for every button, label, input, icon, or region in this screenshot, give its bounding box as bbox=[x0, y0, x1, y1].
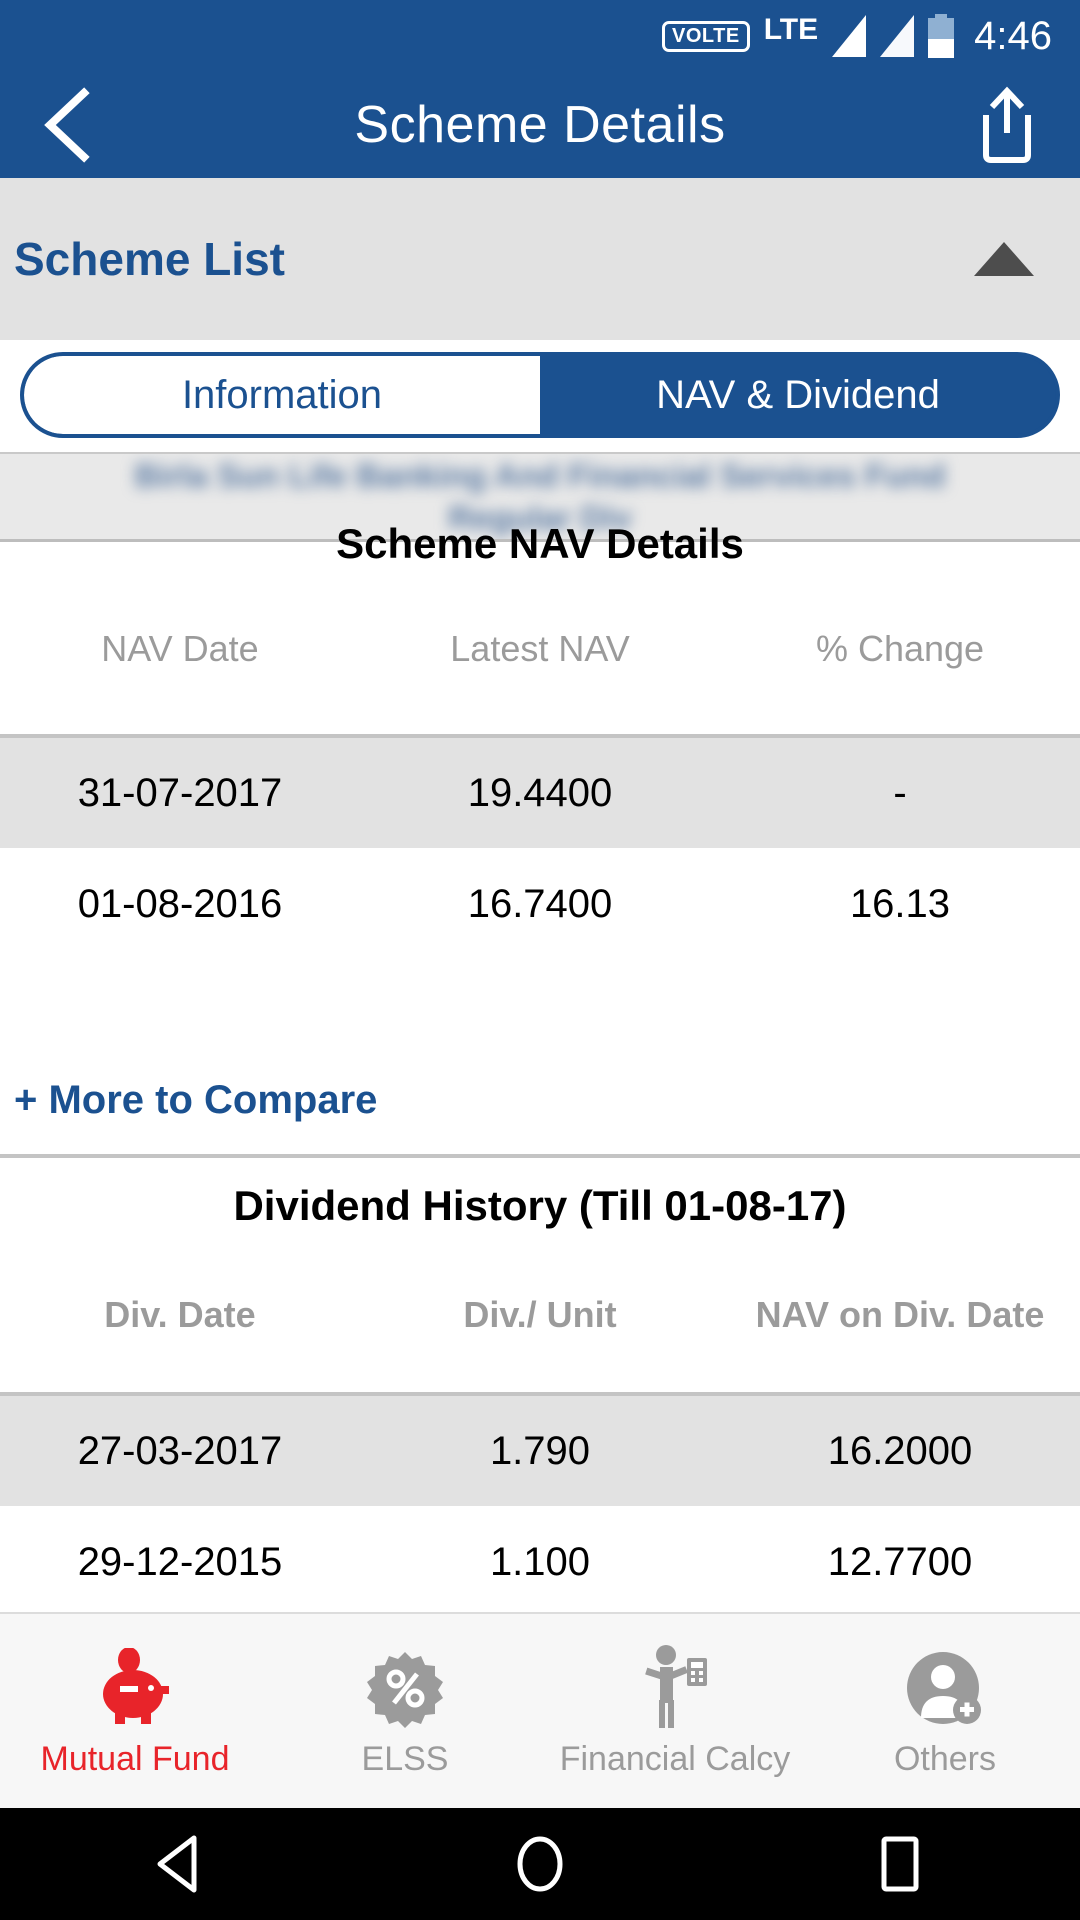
nav-details-title: Scheme NAV Details bbox=[336, 520, 744, 567]
nav-col-header-date: NAV Date bbox=[101, 628, 259, 669]
app-bar: Scheme Details bbox=[0, 72, 1080, 178]
signal-bars-secondary-icon bbox=[880, 15, 915, 57]
table-row[interactable]: 27-03-2017 1.790 16.2000 bbox=[0, 1396, 1080, 1506]
tab-label-financial-calcy: Financial Calcy bbox=[559, 1739, 791, 1778]
div-col-header-nav: NAV on Div. Date bbox=[755, 1294, 1045, 1335]
div-row1-date: 29-12-2015 bbox=[77, 1539, 283, 1584]
div-row0-nav: 16.2000 bbox=[827, 1428, 973, 1473]
div-col-header-date: Div. Date bbox=[104, 1294, 256, 1335]
caret-up-icon[interactable] bbox=[974, 242, 1034, 276]
volte-badge-icon: VOLTE bbox=[662, 20, 750, 52]
tab-mutual-fund[interactable]: Mutual Fund bbox=[0, 1614, 270, 1808]
scheme-name-line1: Birla Sun Life Banking And Financial Ser… bbox=[134, 457, 946, 495]
dividend-history-table: Div. Date Div./ Unit NAV on Div. Date 27… bbox=[0, 1270, 1080, 1618]
share-button[interactable] bbox=[974, 85, 1040, 165]
tab-information[interactable]: Information bbox=[24, 356, 540, 434]
nav-row1-change: 16.13 bbox=[849, 881, 951, 926]
table-row[interactable]: 01-08-2016 16.7400 16.13 bbox=[0, 848, 1080, 960]
dividend-header-row: Div. Date Div./ Unit NAV on Div. Date bbox=[0, 1270, 1080, 1360]
table-row[interactable]: 31-07-2017 19.4400 - bbox=[0, 738, 1080, 848]
tab-label-elss: ELSS bbox=[361, 1739, 449, 1778]
dividend-history-title: Dividend History (Till 01-08-17) bbox=[233, 1182, 847, 1229]
nav-row1-date: 01-08-2016 bbox=[77, 881, 283, 926]
status-clock: 4:46 bbox=[974, 14, 1052, 58]
status-bar: VOLTE LTE 4:46 bbox=[0, 0, 1080, 72]
table-row[interactable]: 29-12-2015 1.100 12.7700 bbox=[0, 1506, 1080, 1618]
nav-row1-value: 16.7400 bbox=[467, 881, 613, 926]
segmented-control-wrapper: Information NAV & Dividend bbox=[0, 340, 1080, 450]
app-screen: VOLTE LTE 4:46 Scheme Details Scheme Lis… bbox=[0, 0, 1080, 1920]
div-row1-nav: 12.7700 bbox=[827, 1539, 973, 1584]
page-title: Scheme Details bbox=[354, 96, 726, 154]
android-back-button[interactable] bbox=[120, 1808, 240, 1920]
person-add-icon bbox=[905, 1644, 985, 1728]
bottom-tab-bar: Mutual Fund ELSS Financial Calcy Others bbox=[0, 1612, 1080, 1808]
scheme-list-title: Scheme List bbox=[14, 233, 285, 285]
section-divider bbox=[0, 1154, 1080, 1158]
android-home-button[interactable] bbox=[480, 1808, 600, 1920]
percent-badge-icon bbox=[365, 1644, 445, 1728]
lte-label: LTE bbox=[763, 13, 819, 46]
nav-details-header-row: NAV Date Latest NAV % Change bbox=[0, 604, 1080, 694]
piggy-bank-icon bbox=[93, 1644, 177, 1728]
nav-row0-date: 31-07-2017 bbox=[77, 770, 283, 815]
android-recents-icon bbox=[881, 1836, 919, 1892]
person-calculator-icon bbox=[635, 1644, 715, 1728]
android-recents-button[interactable] bbox=[840, 1808, 960, 1920]
nav-row0-change: - bbox=[893, 770, 907, 815]
tab-label-mutual-fund: Mutual Fund bbox=[40, 1739, 230, 1778]
battery-icon bbox=[928, 14, 955, 58]
tab-elss[interactable]: ELSS bbox=[270, 1614, 540, 1808]
tab-others[interactable]: Others bbox=[810, 1614, 1080, 1808]
android-home-icon bbox=[517, 1836, 563, 1892]
div-row1-unit: 1.100 bbox=[489, 1539, 591, 1584]
more-to-compare-link[interactable]: + More to Compare bbox=[14, 1078, 377, 1123]
share-upload-icon bbox=[983, 86, 1031, 163]
scheme-list-bar[interactable]: Scheme List bbox=[0, 178, 1080, 340]
tab-label-others: Others bbox=[893, 1739, 997, 1778]
android-back-icon bbox=[157, 1835, 197, 1893]
tab-nav-dividend[interactable]: NAV & Dividend bbox=[540, 356, 1056, 434]
div-row0-unit: 1.790 bbox=[489, 1428, 591, 1473]
div-row0-date: 27-03-2017 bbox=[77, 1428, 283, 1473]
nav-row0-value: 19.4400 bbox=[467, 770, 613, 815]
signal-bars-icon bbox=[832, 15, 867, 57]
nav-col-header-change: % Change bbox=[815, 628, 985, 669]
nav-col-header-latest: Latest NAV bbox=[450, 628, 630, 669]
tab-financial-calcy[interactable]: Financial Calcy bbox=[540, 1614, 810, 1808]
segmented-control: Information NAV & Dividend bbox=[20, 352, 1060, 438]
android-nav-bar bbox=[0, 1808, 1080, 1920]
nav-details-table: NAV Date Latest NAV % Change 31-07-2017 … bbox=[0, 604, 1080, 960]
div-col-header-unit: Div./ Unit bbox=[463, 1294, 617, 1335]
